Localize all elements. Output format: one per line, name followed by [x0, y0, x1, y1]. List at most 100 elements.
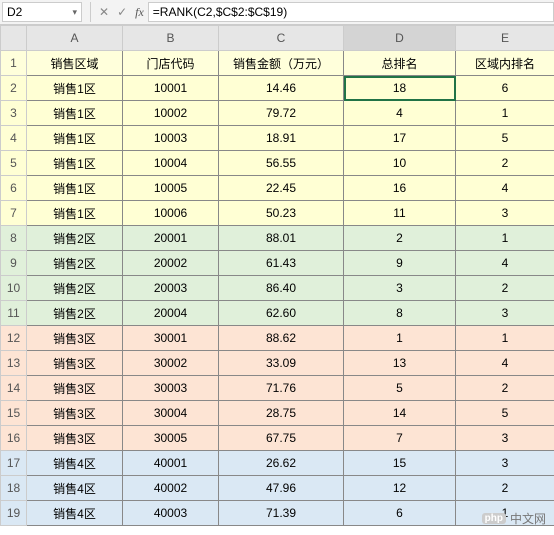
row-header-17[interactable]: 17 — [1, 451, 27, 476]
row-header-4[interactable]: 4 — [1, 126, 27, 151]
cell-B2[interactable]: 10001 — [123, 76, 219, 101]
cell-B3[interactable]: 10002 — [123, 101, 219, 126]
cell-D19[interactable]: 6 — [344, 501, 456, 526]
cell-B1[interactable]: 门店代码 — [123, 51, 219, 76]
row-header-15[interactable]: 15 — [1, 401, 27, 426]
cell-B11[interactable]: 20004 — [123, 301, 219, 326]
cell-A10[interactable]: 销售2区 — [27, 276, 123, 301]
cell-A5[interactable]: 销售1区 — [27, 151, 123, 176]
cell-B8[interactable]: 20001 — [123, 226, 219, 251]
cell-D17[interactable]: 15 — [344, 451, 456, 476]
cell-A17[interactable]: 销售4区 — [27, 451, 123, 476]
cell-A12[interactable]: 销售3区 — [27, 326, 123, 351]
cell-A19[interactable]: 销售4区 — [27, 501, 123, 526]
row-header-8[interactable]: 8 — [1, 226, 27, 251]
cell-C11[interactable]: 62.60 — [219, 301, 344, 326]
cell-D5[interactable]: 10 — [344, 151, 456, 176]
cell-B12[interactable]: 30001 — [123, 326, 219, 351]
cell-D7[interactable]: 11 — [344, 201, 456, 226]
cell-C14[interactable]: 71.76 — [219, 376, 344, 401]
cell-C13[interactable]: 33.09 — [219, 351, 344, 376]
cell-A16[interactable]: 销售3区 — [27, 426, 123, 451]
cell-B14[interactable]: 30003 — [123, 376, 219, 401]
cell-C6[interactable]: 22.45 — [219, 176, 344, 201]
cell-D18[interactable]: 12 — [344, 476, 456, 501]
row-header-7[interactable]: 7 — [1, 201, 27, 226]
cell-C8[interactable]: 88.01 — [219, 226, 344, 251]
cell-E2[interactable]: 6 — [456, 76, 554, 101]
cell-E18[interactable]: 2 — [456, 476, 554, 501]
cell-D8[interactable]: 2 — [344, 226, 456, 251]
cell-E9[interactable]: 4 — [456, 251, 554, 276]
cell-A14[interactable]: 销售3区 — [27, 376, 123, 401]
cell-B19[interactable]: 40003 — [123, 501, 219, 526]
cell-C17[interactable]: 26.62 — [219, 451, 344, 476]
cell-C19[interactable]: 71.39 — [219, 501, 344, 526]
cell-A6[interactable]: 销售1区 — [27, 176, 123, 201]
cell-B17[interactable]: 40001 — [123, 451, 219, 476]
cell-C2[interactable]: 14.46 — [219, 76, 344, 101]
cell-B9[interactable]: 20002 — [123, 251, 219, 276]
cell-A1[interactable]: 销售区域 — [27, 51, 123, 76]
cell-B6[interactable]: 10005 — [123, 176, 219, 201]
cell-E13[interactable]: 4 — [456, 351, 554, 376]
cell-B16[interactable]: 30005 — [123, 426, 219, 451]
row-header-13[interactable]: 13 — [1, 351, 27, 376]
cell-E17[interactable]: 3 — [456, 451, 554, 476]
cell-B13[interactable]: 30002 — [123, 351, 219, 376]
cell-C5[interactable]: 56.55 — [219, 151, 344, 176]
cell-A11[interactable]: 销售2区 — [27, 301, 123, 326]
fx-icon[interactable]: fx — [131, 5, 148, 20]
col-header-E[interactable]: E — [456, 26, 554, 51]
row-header-9[interactable]: 9 — [1, 251, 27, 276]
cell-E6[interactable]: 4 — [456, 176, 554, 201]
cell-C7[interactable]: 50.23 — [219, 201, 344, 226]
select-all-corner[interactable] — [1, 26, 27, 51]
cell-B5[interactable]: 10004 — [123, 151, 219, 176]
row-header-14[interactable]: 14 — [1, 376, 27, 401]
cell-D9[interactable]: 9 — [344, 251, 456, 276]
enter-icon[interactable]: ✓ — [113, 5, 131, 19]
row-header-2[interactable]: 2 — [1, 76, 27, 101]
formula-input[interactable]: =RANK(C2,$C$2:$C$19) — [148, 2, 554, 22]
cell-C1[interactable]: 销售金额（万元） — [219, 51, 344, 76]
cell-D6[interactable]: 16 — [344, 176, 456, 201]
cell-C15[interactable]: 28.75 — [219, 401, 344, 426]
cell-B4[interactable]: 10003 — [123, 126, 219, 151]
cell-D16[interactable]: 7 — [344, 426, 456, 451]
cell-D11[interactable]: 8 — [344, 301, 456, 326]
cell-E14[interactable]: 2 — [456, 376, 554, 401]
col-header-D[interactable]: D — [344, 26, 456, 51]
cell-E7[interactable]: 3 — [456, 201, 554, 226]
cell-D13[interactable]: 13 — [344, 351, 456, 376]
row-header-11[interactable]: 11 — [1, 301, 27, 326]
cell-E10[interactable]: 2 — [456, 276, 554, 301]
row-header-3[interactable]: 3 — [1, 101, 27, 126]
cell-E15[interactable]: 5 — [456, 401, 554, 426]
cell-D2[interactable]: 18 — [344, 76, 456, 101]
cell-E16[interactable]: 3 — [456, 426, 554, 451]
cell-A4[interactable]: 销售1区 — [27, 126, 123, 151]
cell-A2[interactable]: 销售1区 — [27, 76, 123, 101]
cell-A8[interactable]: 销售2区 — [27, 226, 123, 251]
row-header-16[interactable]: 16 — [1, 426, 27, 451]
cell-C12[interactable]: 88.62 — [219, 326, 344, 351]
cell-E12[interactable]: 1 — [456, 326, 554, 351]
name-box[interactable]: D2 ▾ — [2, 2, 82, 22]
cell-B7[interactable]: 10006 — [123, 201, 219, 226]
col-header-A[interactable]: A — [27, 26, 123, 51]
cell-D12[interactable]: 1 — [344, 326, 456, 351]
col-header-B[interactable]: B — [123, 26, 219, 51]
cell-D15[interactable]: 14 — [344, 401, 456, 426]
cell-E8[interactable]: 1 — [456, 226, 554, 251]
row-header-12[interactable]: 12 — [1, 326, 27, 351]
cell-C18[interactable]: 47.96 — [219, 476, 344, 501]
cell-A15[interactable]: 销售3区 — [27, 401, 123, 426]
cell-E5[interactable]: 2 — [456, 151, 554, 176]
cell-A9[interactable]: 销售2区 — [27, 251, 123, 276]
cell-E1[interactable]: 区域内排名 — [456, 51, 554, 76]
cell-B10[interactable]: 20003 — [123, 276, 219, 301]
cell-E11[interactable]: 3 — [456, 301, 554, 326]
cell-E3[interactable]: 1 — [456, 101, 554, 126]
row-header-18[interactable]: 18 — [1, 476, 27, 501]
